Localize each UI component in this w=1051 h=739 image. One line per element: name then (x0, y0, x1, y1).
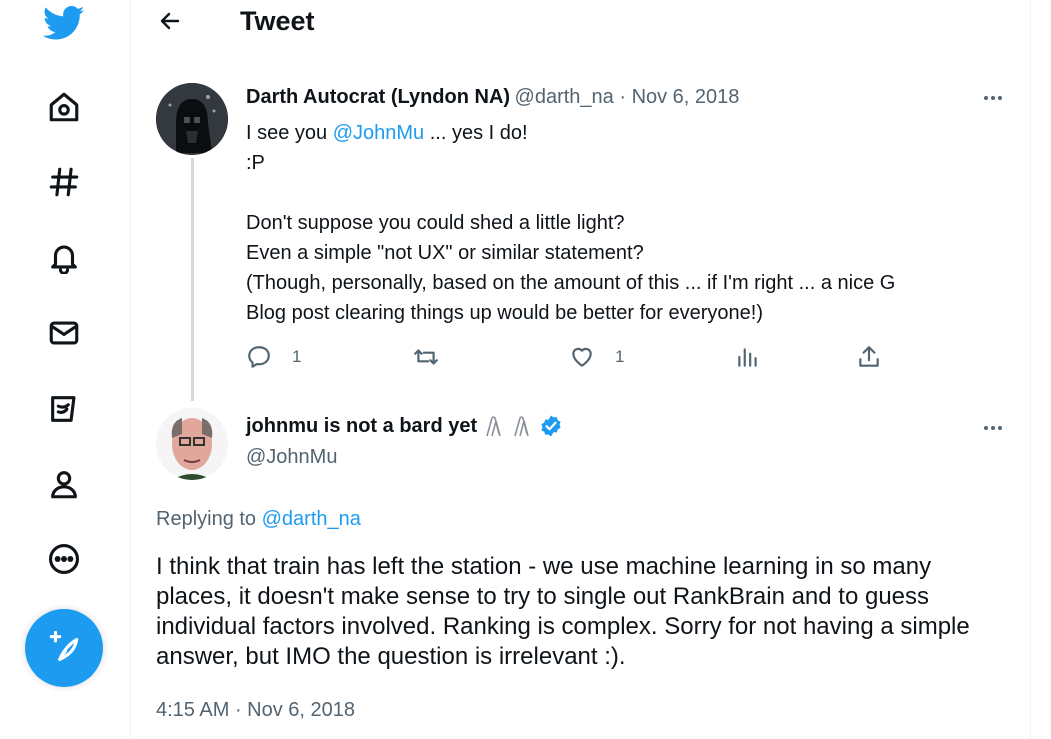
compose-icon (49, 631, 79, 661)
heart-icon (572, 347, 592, 367)
thread-line (191, 158, 194, 401)
messages-icon[interactable] (39, 308, 89, 358)
tweet2-header: johnmu is not a bard yet (246, 414, 563, 438)
tweet2-text: I think that train has left the station … (156, 553, 970, 670)
bar-chart-icon (738, 348, 757, 367)
replying-to: Replying to @darth_na (156, 508, 361, 531)
like-button[interactable]: 1 (569, 344, 624, 370)
sidebar-nav (0, 0, 130, 739)
john-portrait-icon (156, 408, 228, 480)
more-options-button[interactable] (978, 86, 1008, 110)
separator: · (613, 86, 632, 108)
author-handle[interactable]: @darth_na (515, 86, 614, 108)
avatar[interactable] (156, 83, 228, 155)
retweet-button[interactable] (413, 344, 439, 370)
darth-helmet-icon (156, 83, 228, 155)
tweet-time: 4:15 AM (156, 699, 230, 721)
page-title: Tweet (240, 6, 315, 36)
compose-button[interactable] (25, 609, 103, 687)
separator: · (229, 699, 248, 721)
header: Tweet (131, 0, 1030, 44)
tweet-timestamp[interactable]: 4:15 AM · Nov 6, 2018 (156, 699, 355, 722)
reply-count: 1 (292, 347, 302, 366)
author-name[interactable]: Darth Autocrat (Lyndon NA) (246, 86, 510, 108)
reply-icon (248, 346, 270, 368)
reply-button[interactable]: 1 (246, 344, 301, 370)
views-button[interactable] (735, 344, 761, 370)
verified-badge-icon[interactable] (539, 414, 563, 438)
tweet1-header: Darth Autocrat (Lyndon NA) @darth_na · N… (246, 86, 739, 109)
more-options-button[interactable] (978, 416, 1008, 440)
mention-link[interactable]: @JohnMu (333, 122, 424, 144)
twitter-logo-icon[interactable] (39, 0, 89, 48)
notifications-icon[interactable] (39, 232, 89, 282)
tweet-date: Nov 6, 2018 (247, 699, 356, 721)
paperclip-icon (514, 416, 529, 437)
retweet-icon (414, 349, 438, 365)
share-icon (859, 346, 879, 367)
text-segment: ... yes I do! (424, 122, 528, 144)
paperclip-icon (486, 416, 501, 437)
replying-handle-link[interactable]: @darth_na (262, 508, 361, 530)
replying-label: Replying to (156, 508, 262, 530)
author-handle[interactable]: @JohnMu (246, 446, 337, 469)
home-icon[interactable] (39, 82, 89, 132)
author-name[interactable]: johnmu is not a bard yet (246, 415, 477, 438)
tweet-date[interactable]: Nov 6, 2018 (632, 86, 740, 108)
arrow-left-icon (160, 12, 180, 30)
back-button[interactable] (155, 6, 185, 36)
explore-icon[interactable] (39, 157, 89, 207)
text-line: (Though, personally, based on the amount… (246, 272, 896, 294)
avatar[interactable] (156, 408, 228, 480)
more-icon[interactable] (39, 534, 89, 584)
text-line: :P (246, 152, 265, 174)
text-line: Don't suppose you could shed a little li… (246, 212, 625, 234)
share-button[interactable] (856, 344, 882, 370)
tweet1-text: I see you @JohnMu ... yes I do! :P Don't… (246, 118, 1006, 328)
profile-icon[interactable] (39, 459, 89, 509)
main-column: Tweet Darth Autocrat (Lyndon NA) @darth_… (130, 0, 1031, 739)
text-line: Even a simple "not UX" or similar statem… (246, 242, 644, 264)
text-segment: I see you (246, 122, 333, 144)
like-count: 1 (615, 347, 625, 366)
text-line: Blog post clearing things up would be be… (246, 302, 763, 324)
twitter-blue-icon[interactable] (39, 384, 89, 434)
